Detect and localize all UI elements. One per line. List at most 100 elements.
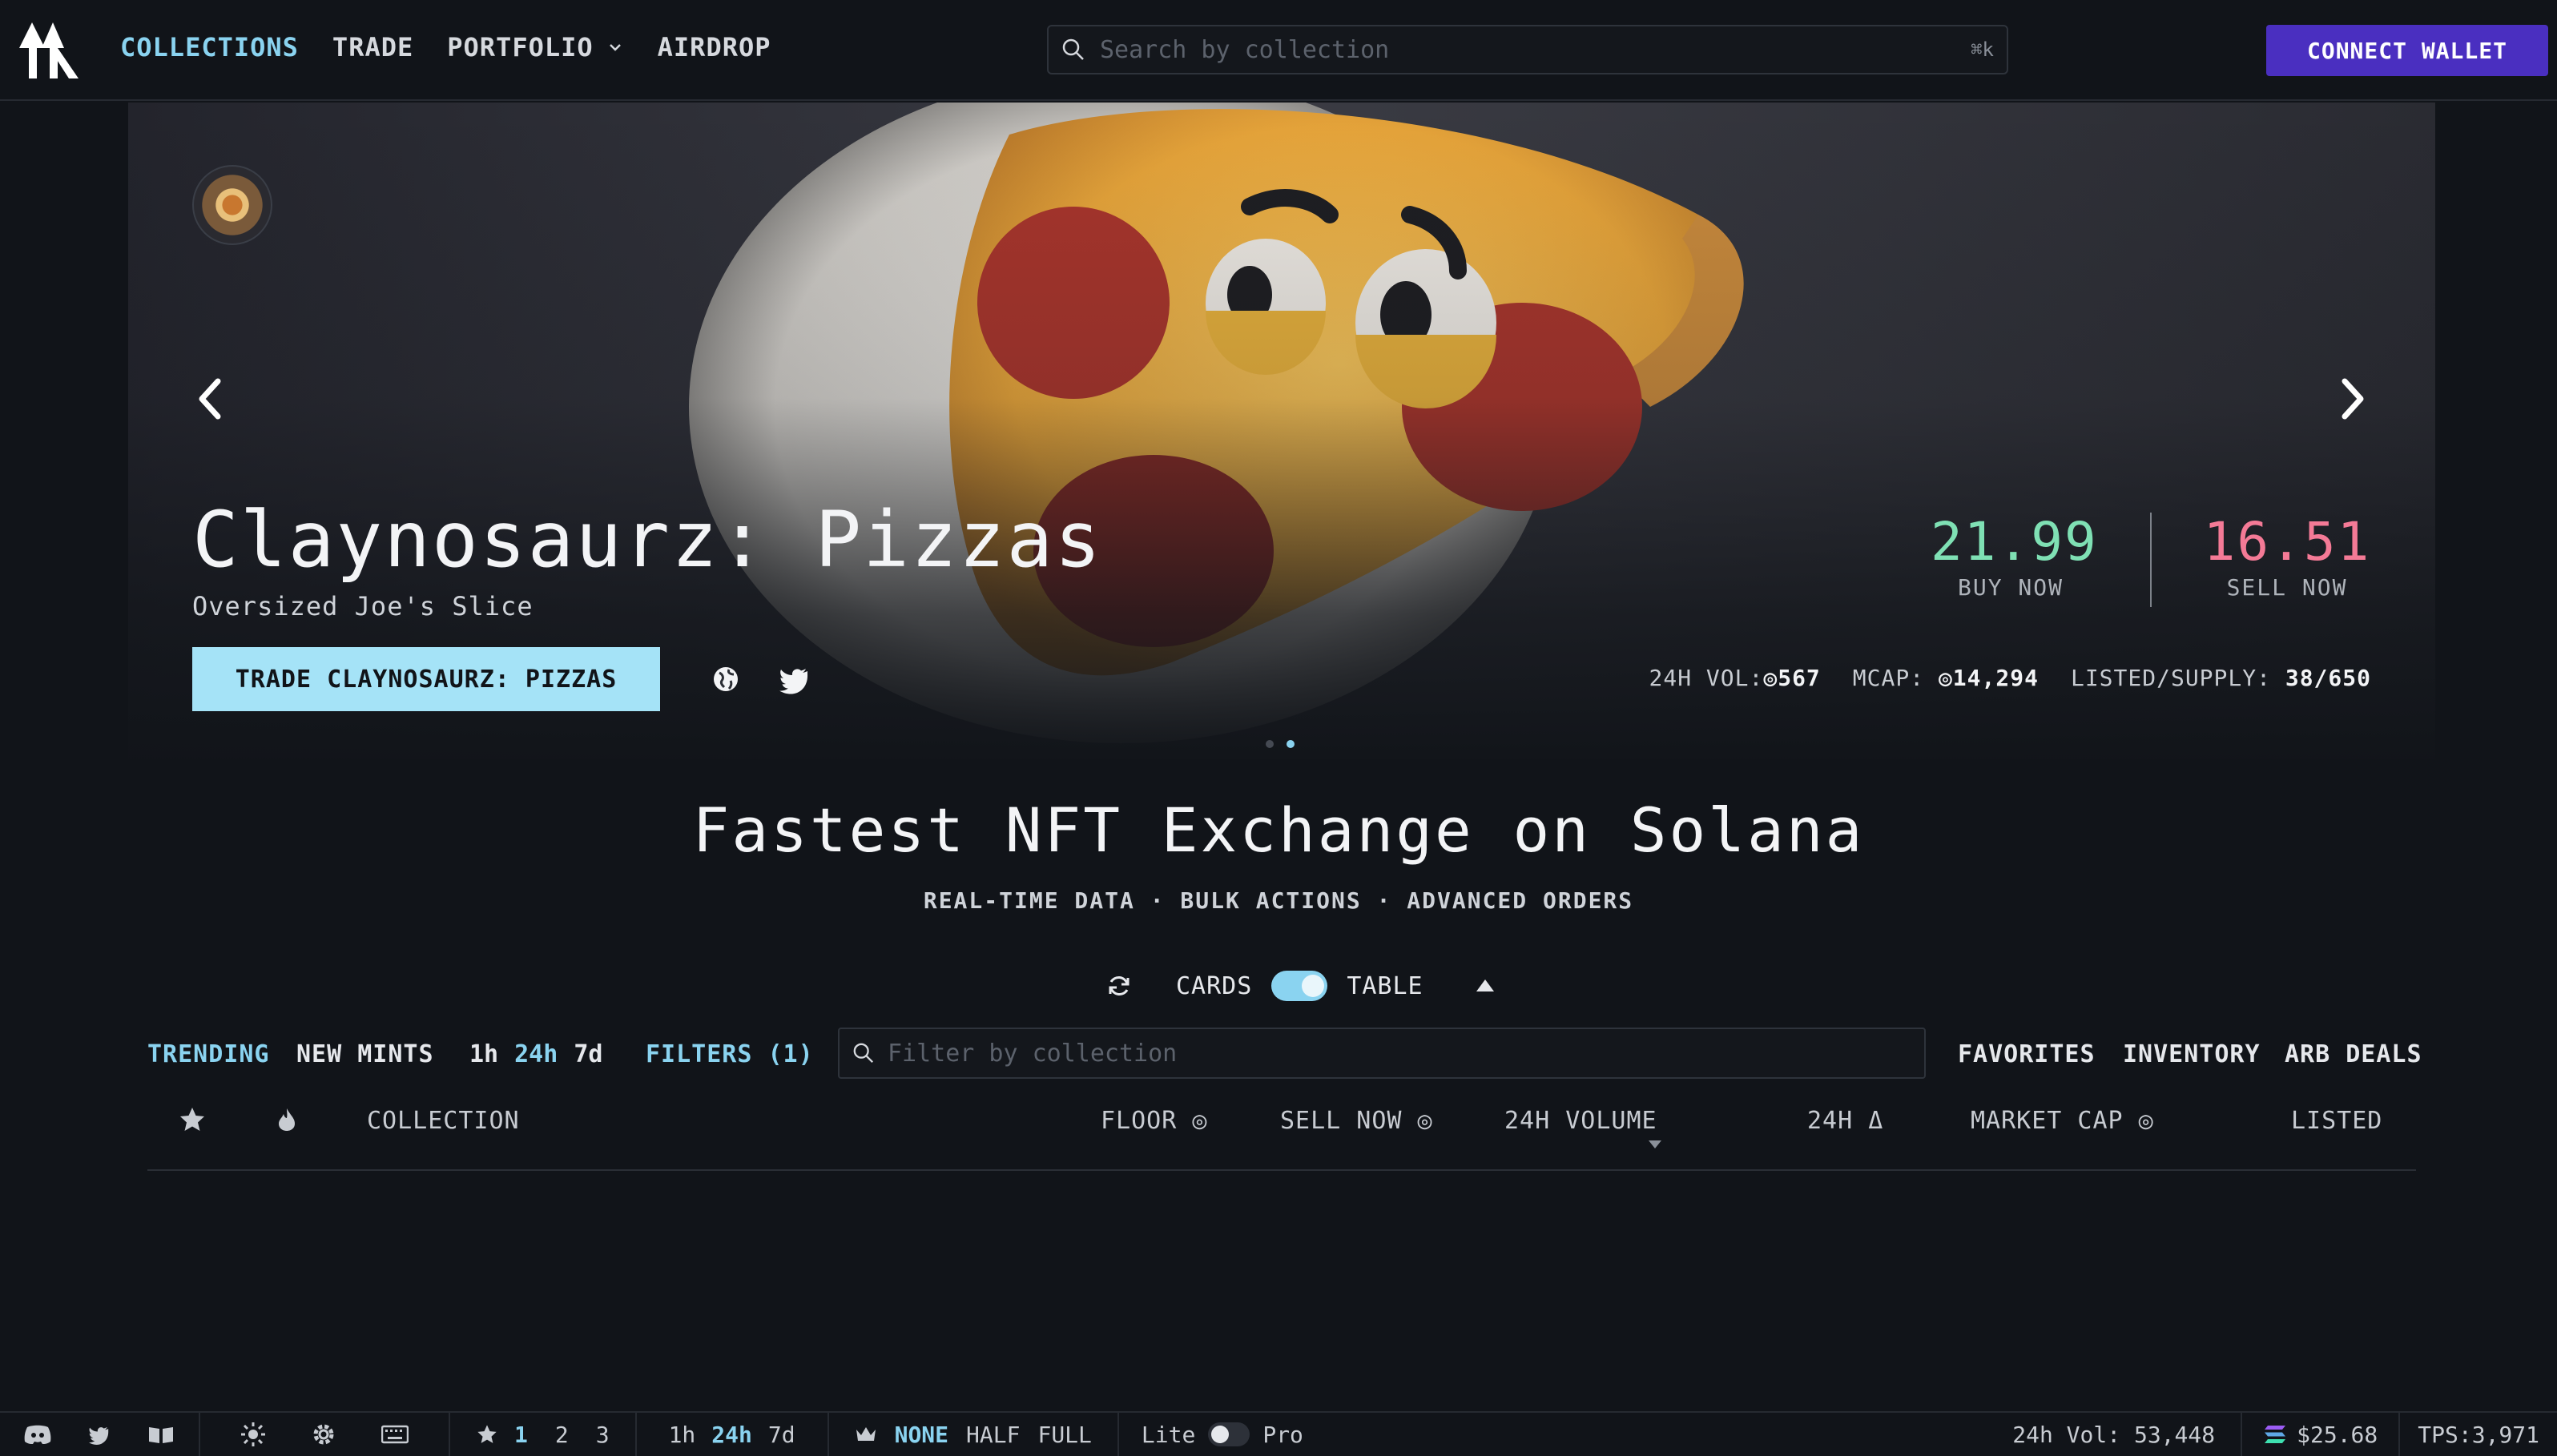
sol-price: $25.68: [2241, 1412, 2398, 1456]
filters-button[interactable]: FILTERS (1): [646, 1040, 814, 1068]
favorite-set-2[interactable]: 2: [555, 1422, 569, 1448]
tps-value: TPS:3,971: [2418, 1421, 2539, 1448]
chevron-left-icon: [199, 378, 221, 420]
bottom-timeframe-1h[interactable]: 1h: [669, 1422, 696, 1448]
col-market-cap[interactable]: MARKET CAP ◎: [1971, 1107, 2154, 1135]
nav-portfolio[interactable]: PORTFOLIO: [447, 32, 623, 62]
connect-wallet-button[interactable]: CONNECT WALLET: [2266, 25, 2548, 76]
star-icon: [477, 1425, 497, 1443]
search-bar[interactable]: ⌘k: [1047, 25, 2008, 74]
social-links: [0, 1412, 200, 1456]
utility-icons: [200, 1412, 450, 1456]
col-24h-change[interactable]: 24H Δ: [1807, 1107, 1883, 1135]
filter-row: TRENDING NEW MINTS 1h 24h 7d FILTERS (1)…: [147, 1028, 2422, 1084]
price-divider: [2150, 513, 2152, 607]
nav-trade[interactable]: TRADE: [332, 32, 413, 62]
buy-now-price: 21.99: [1931, 511, 2098, 573]
carousel-next-button[interactable]: [2329, 367, 2377, 431]
collection-title: Claynosaurz: Pizzas: [192, 495, 1103, 585]
nav-airdrop[interactable]: AIRDROP: [658, 32, 771, 62]
tab-new-mints[interactable]: NEW MINTS: [296, 1040, 434, 1068]
discord-icon[interactable]: [24, 1424, 51, 1445]
timeframe-1h[interactable]: 1h: [469, 1040, 498, 1068]
favorite-set-1[interactable]: 1: [514, 1422, 528, 1448]
logo-icon[interactable]: [18, 21, 85, 80]
royalty-full[interactable]: FULL: [1037, 1422, 1091, 1448]
sell-now-price: 16.51: [2203, 511, 2371, 573]
carousel-dot-active[interactable]: [1287, 740, 1295, 748]
mode-selector: Lite Pro: [1119, 1412, 1326, 1456]
tab-trending[interactable]: TRENDING: [147, 1040, 270, 1068]
col-24h-volume[interactable]: 24H VOLUME: [1504, 1107, 1657, 1135]
gear-icon[interactable]: [311, 1422, 336, 1447]
sell-now-block[interactable]: 16.51 SELL NOW: [2203, 511, 2371, 601]
sol-price-value: $25.68: [2297, 1421, 2378, 1448]
globe-icon[interactable]: [710, 663, 742, 695]
search-icon: [853, 1043, 874, 1064]
carousel-prev-button[interactable]: [186, 367, 234, 431]
timeframe-24h[interactable]: 24h: [514, 1040, 558, 1068]
col-listed[interactable]: LISTED: [2291, 1107, 2382, 1135]
total-volume: 24h Vol: 53,448: [1987, 1412, 2241, 1456]
sort-desc-icon[interactable]: [1647, 1139, 1663, 1150]
stat-mcap-value: ◎14,294: [1938, 665, 2039, 691]
carousel-dots: [1266, 740, 1295, 748]
col-floor[interactable]: FLOOR ◎: [1101, 1107, 1207, 1135]
buy-now-block[interactable]: 21.99 BUY NOW: [1931, 511, 2098, 601]
timeframe-7d[interactable]: 7d: [574, 1040, 602, 1068]
star-icon[interactable]: [178, 1105, 207, 1134]
crown-icon: [856, 1427, 876, 1441]
collection-subtitle: Oversized Joe's Slice: [192, 591, 534, 621]
book-icon[interactable]: [147, 1424, 175, 1445]
mode-lite[interactable]: Lite: [1142, 1422, 1195, 1448]
view-toggle-row: CARDS TABLE: [1105, 971, 1496, 1001]
collapse-up-icon[interactable]: [1475, 978, 1496, 994]
tps: TPS:3,971: [2398, 1412, 2557, 1456]
royalty-half[interactable]: HALF: [966, 1422, 1020, 1448]
stat-mcap-label: MCAP:: [1852, 665, 1925, 691]
collection-stats: 24H VOL:◎567 MCAP: ◎14,294 LISTED/SUPPLY…: [1649, 665, 2372, 691]
sun-icon[interactable]: [240, 1422, 266, 1447]
sell-now-label: SELL NOW: [2226, 574, 2348, 601]
nav-collections[interactable]: COLLECTIONS: [120, 32, 299, 62]
twitter-icon[interactable]: [779, 663, 811, 695]
shortcut-hint: ⌘k: [1971, 38, 1994, 61]
keyboard-icon[interactable]: [381, 1424, 409, 1445]
bottom-right-stats: 24h Vol: 53,448 $25.68 TPS:3,971: [1987, 1412, 2557, 1456]
twitter-icon[interactable]: [87, 1423, 112, 1446]
mode-toggle[interactable]: [1208, 1422, 1250, 1446]
bottom-timeframe-24h[interactable]: 24h: [711, 1422, 752, 1448]
fire-icon[interactable]: [276, 1107, 298, 1132]
collection-avatar[interactable]: [192, 165, 272, 245]
page-tagline: Fastest NFT Exchange on Solana: [692, 794, 1865, 866]
stat-volume-value: ◎567: [1763, 665, 1821, 691]
search-input[interactable]: [1100, 35, 1971, 64]
solana-icon: [2265, 1426, 2286, 1443]
cards-view-label[interactable]: CARDS: [1176, 972, 1252, 1000]
bottom-status-bar: 1 2 3 1h 24h 7d NONE HALF FULL Lite Pro …: [0, 1411, 2557, 1456]
table-header: COLLECTION FLOOR ◎ SELL NOW ◎ 24H VOLUME…: [147, 1097, 2416, 1171]
col-collection[interactable]: COLLECTION: [367, 1107, 520, 1135]
stat-listed: LISTED/SUPPLY: 38/650: [2071, 665, 2371, 691]
mode-pro[interactable]: Pro: [1262, 1422, 1303, 1448]
stat-listed-value: 38/650: [2285, 665, 2371, 691]
tab-favorites[interactable]: FAVORITES: [1958, 1040, 2096, 1068]
col-sell-now[interactable]: SELL NOW ◎: [1280, 1107, 1433, 1135]
total-volume-text: 24h Vol: 53,448: [2012, 1421, 2216, 1448]
tab-inventory[interactable]: INVENTORY: [2123, 1040, 2261, 1068]
view-toggle[interactable]: [1271, 971, 1328, 1001]
collection-filter-input[interactable]: [888, 1039, 1911, 1068]
tab-arb-deals[interactable]: ARB DEALS: [2285, 1040, 2422, 1068]
trade-collection-button[interactable]: TRADE CLAYNOSAURZ: PIZZAS: [192, 647, 660, 711]
search-icon: [1062, 38, 1084, 60]
refresh-icon[interactable]: [1105, 972, 1133, 999]
bottom-timeframe-7d[interactable]: 7d: [768, 1422, 795, 1448]
page-subtagline: REAL-TIME DATA · BULK ACTIONS · ADVANCED…: [923, 887, 1634, 914]
view-toggle-knob: [1302, 975, 1325, 997]
stat-listed-label: LISTED/SUPPLY:: [2070, 665, 2271, 691]
table-view-label[interactable]: TABLE: [1347, 972, 1423, 1000]
carousel-dot[interactable]: [1266, 740, 1274, 748]
favorite-set-3[interactable]: 3: [596, 1422, 610, 1448]
collection-filter[interactable]: [838, 1028, 1926, 1079]
royalty-none[interactable]: NONE: [895, 1422, 948, 1448]
